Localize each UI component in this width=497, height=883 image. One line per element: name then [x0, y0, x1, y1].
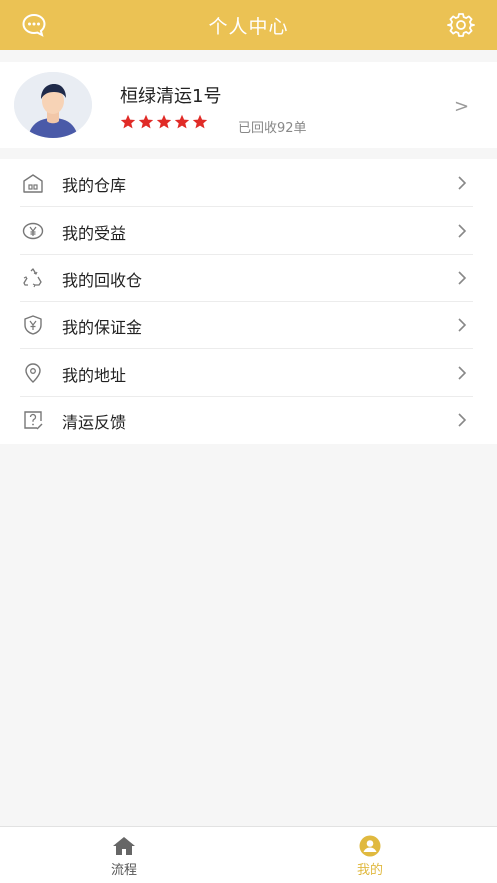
menu-item-warehouse[interactable]: 我的仓库 [0, 159, 497, 207]
menu-item-label: 清运反馈 [62, 413, 127, 432]
menu-item-label: 我的回收仓 [62, 271, 143, 290]
recycle-icon [22, 267, 44, 289]
chevron-right-icon [456, 270, 468, 286]
top-nav-bar: 个人中心 [0, 0, 497, 50]
menu-item-label: 我的保证金 [62, 318, 143, 337]
profile-chevron[interactable]: > [454, 96, 469, 117]
chevron-right-icon [456, 175, 468, 191]
menu-list: 我的仓库 我的受益 我的回收仓 我的保证金 我的地址 清运反馈 [0, 159, 497, 444]
feedback-question-icon [22, 409, 44, 431]
star-icon [120, 114, 136, 129]
rating-stars [120, 114, 208, 130]
menu-item-label: 我的仓库 [62, 176, 127, 195]
menu-item-recycle-bin[interactable]: 我的回收仓 [0, 254, 497, 302]
home-icon [113, 837, 135, 855]
star-icon [174, 114, 190, 129]
gear-icon[interactable] [447, 11, 475, 39]
star-icon [192, 114, 208, 129]
page-title: 个人中心 [208, 15, 289, 38]
chevron-right-icon [456, 365, 468, 381]
tab-label: 我的 [356, 863, 383, 878]
warehouse-icon [22, 172, 44, 194]
tab-label: 流程 [110, 863, 137, 878]
star-icon [138, 114, 154, 129]
menu-item-earnings[interactable]: 我的受益 [0, 207, 497, 255]
location-pin-icon [22, 362, 44, 384]
chevron-right-icon [456, 223, 468, 239]
collected-count: 已回收92单 [238, 121, 307, 136]
menu-item-address[interactable]: 我的地址 [0, 349, 497, 397]
bottom-tab-bar: 流程 我的 [0, 826, 497, 883]
tab-process[interactable]: 流程 [64, 827, 184, 883]
user-circle-icon [359, 835, 381, 857]
chat-bubble-icon[interactable] [20, 11, 48, 39]
menu-item-deposit[interactable]: 我的保证金 [0, 301, 497, 349]
menu-item-label: 我的受益 [62, 224, 127, 243]
profile-card[interactable]: 桓绿清运1号 已回收92单 > [0, 62, 497, 148]
avatar [14, 72, 92, 138]
chevron-right-icon [456, 412, 468, 428]
yen-coin-icon [22, 220, 44, 242]
tab-mine[interactable]: 我的 [310, 827, 430, 883]
star-icon [156, 114, 172, 129]
shield-yen-icon [22, 314, 44, 336]
menu-item-label: 我的地址 [62, 366, 127, 385]
profile-name: 桓绿清运1号 [120, 86, 222, 107]
chevron-right-icon [456, 317, 468, 333]
menu-item-feedback[interactable]: 清运反馈 [0, 396, 497, 444]
